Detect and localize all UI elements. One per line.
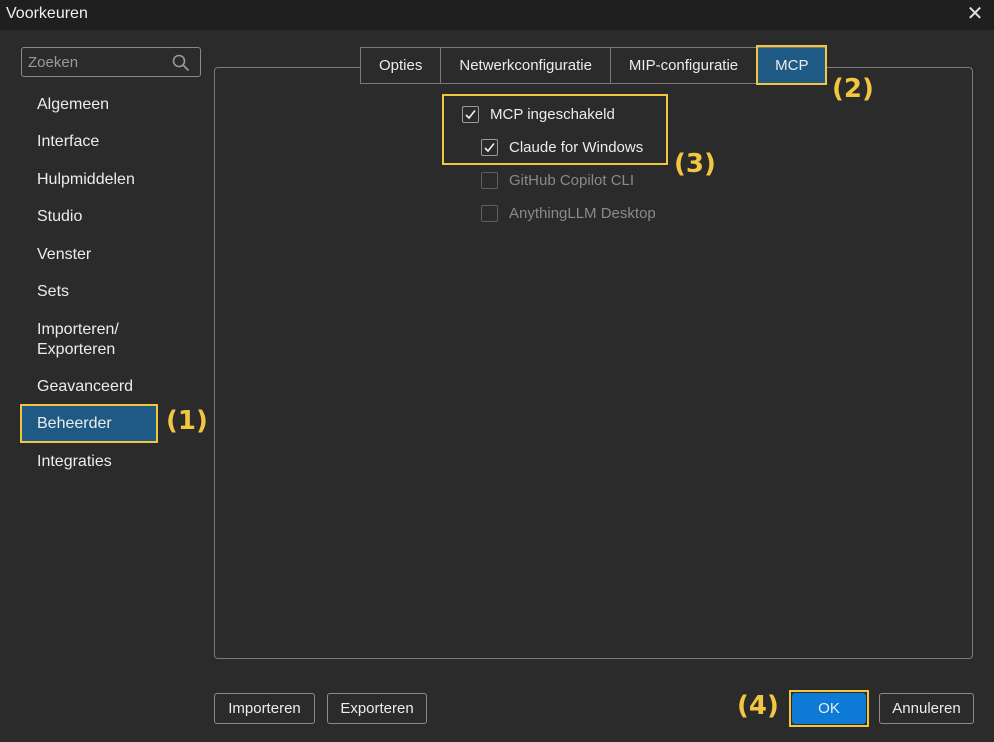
sidebar-item-studio[interactable]: Studio (21, 198, 157, 235)
github-copilot-cli-label: GitHub Copilot CLI (509, 172, 635, 189)
search-box (21, 47, 201, 77)
mcp-enabled-label: MCP ingeschakeld (490, 106, 615, 123)
checkmark-icon (484, 143, 495, 153)
github-copilot-cli-checkbox (481, 172, 498, 189)
callout-3: (3) (674, 149, 716, 179)
callout-2: (2) (832, 74, 874, 104)
search-icon[interactable] (172, 54, 190, 72)
search-input[interactable] (22, 48, 168, 76)
sidebar-item-label: Hulpmiddelen (37, 170, 135, 188)
sidebar-item-interface[interactable]: Interface (21, 123, 157, 160)
title-bar: Voorkeuren ✕ (0, 0, 994, 30)
checkmark-icon (465, 110, 476, 120)
export-button[interactable]: Exporteren (327, 693, 427, 724)
callout-1: (1) (166, 406, 208, 436)
mcp-enabled-checkbox[interactable] (462, 106, 479, 123)
tab-label: MCP (775, 57, 809, 74)
sidebar-item-geavanceerd[interactable]: Geavanceerd (21, 368, 157, 405)
sidebar-item-label: Interface (37, 132, 100, 150)
window-title: Voorkeuren (6, 5, 88, 22)
sidebar-item-label: Venster (37, 245, 92, 263)
anythingllm-desktop-label: AnythingLLM Desktop (509, 205, 656, 222)
tab-mcp[interactable]: MCP (756, 47, 828, 84)
sidebar-item-label: Beheerder (37, 414, 112, 432)
tab-bar: Opties Netwerkconfiguratie MIP-configura… (360, 47, 828, 84)
tab-label: Opties (379, 57, 423, 74)
sidebar-item-label: Geavanceerd (37, 377, 134, 395)
ok-button[interactable]: OK (792, 693, 866, 724)
close-icon[interactable]: ✕ (964, 2, 986, 26)
tab-opties[interactable]: Opties (360, 47, 442, 84)
tab-netwerkconfiguratie[interactable]: Netwerkconfiguratie (440, 47, 611, 84)
sidebar-item-venster[interactable]: Venster (21, 236, 157, 273)
sidebar-item-integraties[interactable]: Integraties (21, 443, 157, 480)
callout-4: (4) (737, 691, 779, 721)
sidebar-item-importeren-exporteren[interactable]: Importeren/ Exporteren (21, 318, 157, 362)
sidebar-item-label: Importeren/ Exporteren (37, 321, 119, 358)
import-button[interactable]: Importeren (214, 693, 315, 724)
tab-label: MIP-configuratie (628, 57, 739, 74)
sidebar-item-label: Sets (37, 282, 70, 300)
sidebar-item-hulpmiddelen[interactable]: Hulpmiddelen (21, 161, 157, 198)
anythingllm-desktop-checkbox (481, 205, 498, 222)
claude-for-windows-label: Claude for Windows (509, 139, 644, 156)
sidebar-item-label: Algemeen (37, 95, 110, 113)
tab-mip-configuratie[interactable]: MIP-configuratie (609, 47, 758, 84)
sidebar-item-beheerder[interactable]: Beheerder (21, 405, 157, 442)
claude-for-windows-checkbox[interactable] (481, 139, 498, 156)
cancel-button[interactable]: Annuleren (879, 693, 974, 724)
sidebar-item-label: Studio (37, 207, 83, 225)
sidebar-item-label: Integraties (37, 452, 112, 470)
sidebar-item-algemeen[interactable]: Algemeen (21, 86, 157, 123)
sidebar-item-sets[interactable]: Sets (21, 273, 157, 310)
tab-label: Netwerkconfiguratie (459, 57, 592, 74)
